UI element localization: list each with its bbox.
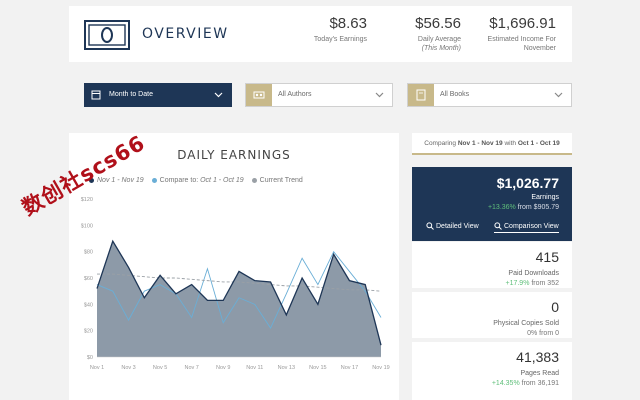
estimated-income-month: November <box>523 45 556 52</box>
y-tick-label: $100 <box>81 223 93 229</box>
page-title: OVERVIEW <box>142 26 229 42</box>
x-tick-label: Nov 7 <box>184 365 198 371</box>
money-icon <box>84 20 130 50</box>
pages-read-change-pct: +14.35% <box>491 380 520 387</box>
estimated-income-label: Estimated Income For <box>487 36 556 43</box>
physical-copies-label: Physical Copies Sold <box>493 320 559 327</box>
authors-icon <box>246 84 272 106</box>
chevron-down-icon <box>554 92 563 98</box>
pages-read-value: 41,383 <box>516 349 559 365</box>
books-label: All Books <box>440 91 470 98</box>
paid-downloads-change: +17.9% from 352 <box>412 280 559 287</box>
comparison-middle: with <box>502 140 518 147</box>
detailed-view-tab[interactable]: Detailed View <box>426 222 479 230</box>
detailed-view-label: Detailed View <box>436 222 479 230</box>
estimated-income-stat: $1,696.91 Estimated Income For November <box>488 15 556 53</box>
x-tick-label: Nov 17 <box>341 365 358 371</box>
y-tick-label: $0 <box>87 355 93 361</box>
calendar-icon <box>91 90 101 100</box>
todays-earnings-label: Today's Earnings <box>313 36 367 43</box>
chevron-down-icon <box>214 92 223 98</box>
physical-copies-value: 0 <box>551 299 559 315</box>
earnings-value: $1,026.77 <box>496 175 559 191</box>
earnings-summary: $1,026.77 Earnings +13.36% from $905.79 … <box>412 167 572 241</box>
daily-average-stat: $56.56 Daily Average (This Month) <box>415 15 461 53</box>
authors-label: All Authors <box>278 91 312 98</box>
physical-copies-metric: 0 Physical Copies Sold 0% from 0 <box>412 292 572 338</box>
comparison-previous-range: Oct 1 - Oct 19 <box>517 140 560 147</box>
pages-read-from: from 36,191 <box>519 380 559 387</box>
paid-downloads-from: from 352 <box>529 280 559 287</box>
todays-earnings-value: $8.63 <box>329 15 367 32</box>
comparison-current-range: Nov 1 - Nov 19 <box>457 140 503 147</box>
daily-average-label: Daily Average <box>417 36 461 43</box>
search-icon <box>426 222 434 230</box>
earnings-from: from $905.79 <box>515 204 559 211</box>
daily-earnings-chart: $0 $20 $40 $60 $80 $100 $120 Nov 1 Nov 3 Nov 5 Nov… <box>81 197 390 371</box>
x-tick-label: Nov 15 <box>309 365 326 371</box>
estimated-income-value: $1,696.91 <box>489 15 556 32</box>
todays-earnings-stat: $8.63 Today's Earnings <box>314 15 367 44</box>
y-tick-label: $120 <box>81 197 93 203</box>
x-tick-label: Nov 5 <box>153 365 167 371</box>
earnings-label: Earnings <box>531 194 559 201</box>
y-tick-label: $80 <box>84 250 93 256</box>
x-tick-label: Nov 3 <box>121 365 135 371</box>
paid-downloads-value: 415 <box>535 249 559 265</box>
y-tick-label: $20 <box>84 329 93 335</box>
date-range-label: Month to Date <box>109 91 153 98</box>
chevron-down-icon <box>375 92 384 98</box>
daily-average-value: $56.56 <box>415 15 461 32</box>
comparison-note: Comparing Nov 1 - Nov 19 with Oct 1 - Oc… <box>412 133 572 155</box>
overview-header: OVERVIEW $8.63 Today's Earnings $56.56 D… <box>69 6 572 62</box>
earnings-change: +13.36% from $905.79 <box>488 204 559 211</box>
search-icon <box>494 222 502 230</box>
physical-copies-change: 0% from 0 <box>527 330 559 337</box>
daily-earnings-card: DAILY EARNINGS Nov 1 - Nov 19 Compare to… <box>69 133 399 400</box>
daily-average-sublabel: (This Month) <box>421 45 461 52</box>
paid-downloads-label: Paid Downloads <box>508 270 559 277</box>
comparison-prefix: Comparing <box>424 140 458 147</box>
comparison-view-tab[interactable]: Comparison View <box>494 222 559 233</box>
x-tick-label: Nov 19 <box>372 365 389 371</box>
pages-read-metric: 41,383 Pages Read +14.35% from 36,191 <box>412 342 572 400</box>
y-tick-label: $40 <box>84 302 93 308</box>
pages-read-label: Pages Read <box>520 370 559 377</box>
date-range-dropdown[interactable]: Month to Date <box>84 83 232 107</box>
x-tick-label: Nov 11 <box>246 365 263 371</box>
paid-downloads-metric: 415 Paid Downloads +17.9% from 352 <box>412 242 572 288</box>
paid-downloads-change-pct: +17.9% <box>505 280 530 287</box>
book-icon <box>408 84 434 106</box>
books-dropdown[interactable]: All Books <box>407 83 572 107</box>
x-tick-label: Nov 13 <box>278 365 295 371</box>
x-tick-label: Nov 1 <box>90 365 104 371</box>
comparison-view-label: Comparison View <box>504 222 559 230</box>
authors-dropdown[interactable]: All Authors <box>245 83 393 107</box>
pages-read-change: +14.35% from 36,191 <box>412 380 559 387</box>
y-tick-label: $60 <box>84 276 93 282</box>
x-tick-label: Nov 9 <box>216 365 230 371</box>
earnings-change-pct: +13.36% <box>487 204 516 211</box>
